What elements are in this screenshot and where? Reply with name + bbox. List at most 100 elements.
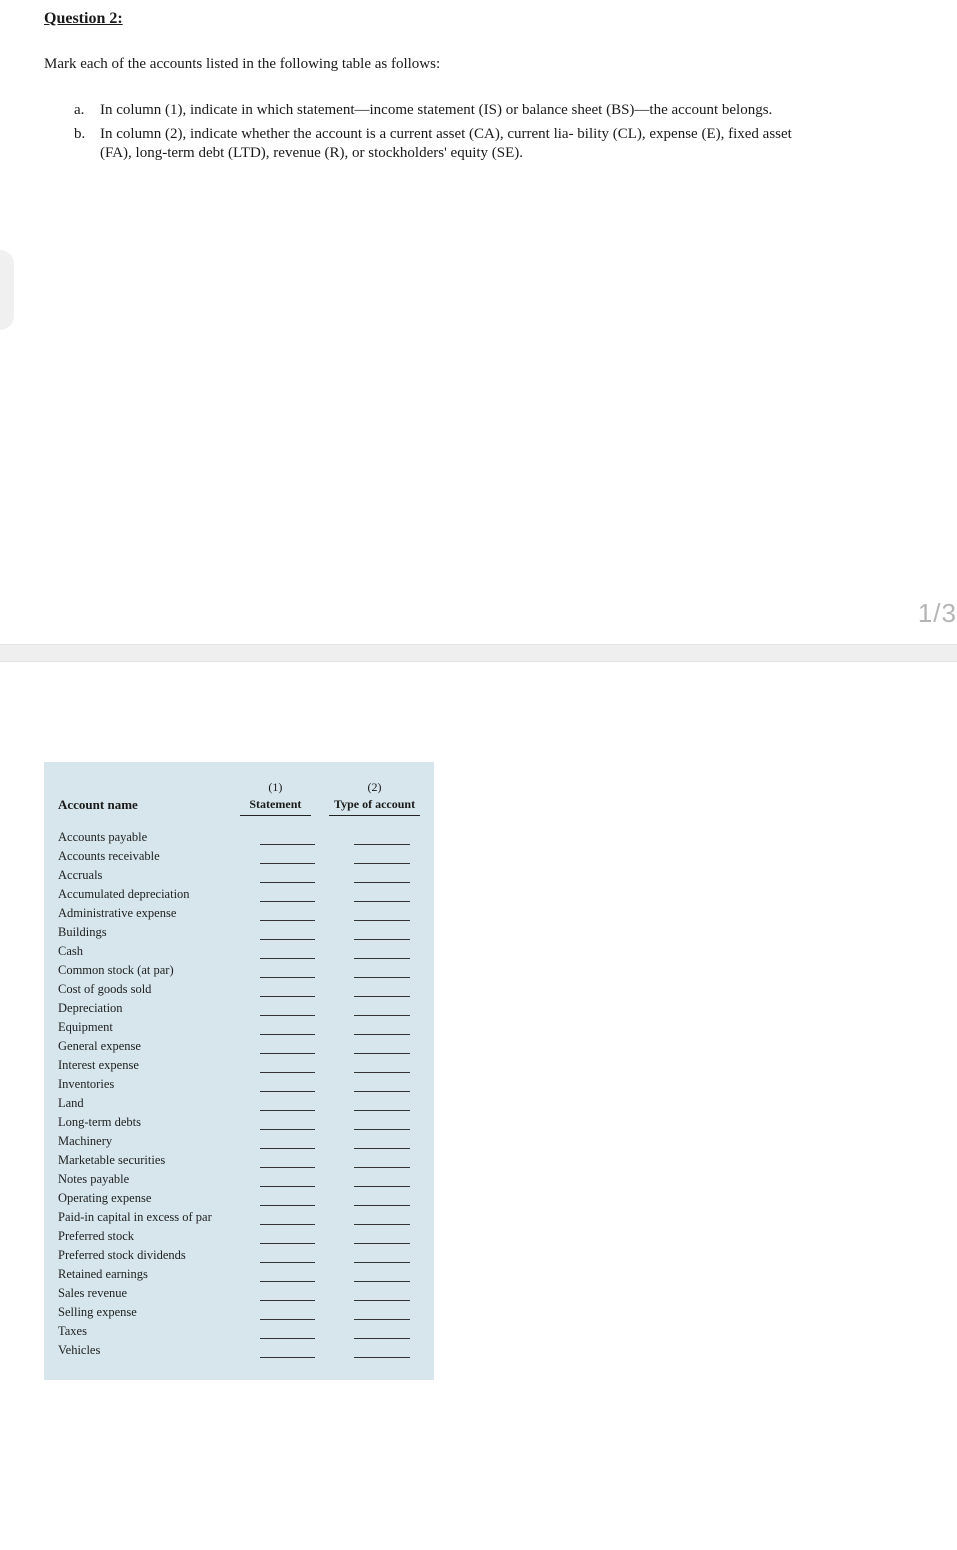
list-item: a. In column (1), indicate in which stat… [74, 101, 927, 121]
type-blank[interactable] [354, 1079, 410, 1092]
statement-blank[interactable] [260, 1250, 316, 1263]
statement-blank[interactable] [260, 1288, 316, 1301]
statement-blank[interactable] [260, 832, 316, 845]
type-blank[interactable] [354, 1307, 410, 1320]
account-name: Preferred stock [58, 1229, 250, 1244]
type-blank[interactable] [354, 1041, 410, 1054]
type-blank[interactable] [354, 1345, 410, 1358]
statement-blank[interactable] [260, 1345, 316, 1358]
table-row: Buildings [58, 921, 420, 940]
statement-blank[interactable] [260, 1022, 316, 1035]
table-row: Inventories [58, 1073, 420, 1092]
list-marker: b. [74, 125, 100, 164]
type-blank[interactable] [354, 851, 410, 864]
type-blank[interactable] [354, 1193, 410, 1206]
statement-blank[interactable] [260, 1307, 316, 1320]
list-text: In column (2), indicate whether the acco… [100, 125, 927, 164]
question-title: Question 2: [44, 10, 927, 28]
table-row: Cost of goods sold [58, 978, 420, 997]
statement-blank[interactable] [260, 1231, 316, 1244]
account-name: Equipment [58, 1020, 250, 1035]
account-name: Long-term debts [58, 1115, 250, 1130]
statement-blank[interactable] [260, 1193, 316, 1206]
type-blank[interactable] [354, 889, 410, 902]
statement-blank[interactable] [260, 851, 316, 864]
table-row: General expense [58, 1035, 420, 1054]
table-row: Administrative expense [58, 902, 420, 921]
statement-blank[interactable] [260, 1098, 316, 1111]
table-header: Account name (1) Statement (2) Type of a… [58, 780, 420, 816]
account-name: Land [58, 1096, 250, 1111]
type-blank[interactable] [354, 1022, 410, 1035]
statement-blank[interactable] [260, 1041, 316, 1054]
page-number: 1/3 [918, 598, 957, 629]
table-row: Accounts payable [58, 826, 420, 845]
account-name: Administrative expense [58, 906, 250, 921]
table-row: Accumulated depreciation [58, 883, 420, 902]
type-blank[interactable] [354, 870, 410, 883]
table-body: Accounts payableAccounts receivableAccru… [58, 826, 420, 1358]
statement-blank[interactable] [260, 889, 316, 902]
statement-blank[interactable] [260, 1174, 316, 1187]
account-name: Taxes [58, 1324, 250, 1339]
statement-blank[interactable] [260, 1269, 316, 1282]
account-name: Preferred stock dividends [58, 1248, 250, 1263]
statement-blank[interactable] [260, 984, 316, 997]
account-name: General expense [58, 1039, 250, 1054]
type-blank[interactable] [354, 1117, 410, 1130]
page-divider [0, 644, 957, 662]
page-2: Account name (1) Statement (2) Type of a… [0, 662, 957, 1420]
page-1: Question 2: Mark each of the accounts li… [0, 0, 957, 598]
account-name: Vehicles [58, 1343, 250, 1358]
type-blank[interactable] [354, 984, 410, 997]
type-blank[interactable] [354, 1269, 410, 1282]
type-blank[interactable] [354, 1003, 410, 1016]
account-name: Operating expense [58, 1191, 250, 1206]
account-name: Accounts payable [58, 830, 250, 845]
statement-blank[interactable] [260, 1326, 316, 1339]
question-list: a. In column (1), indicate in which stat… [74, 101, 927, 164]
side-tab [0, 250, 14, 330]
table-header-col2-label: Type of account [329, 797, 420, 816]
statement-blank[interactable] [260, 946, 316, 959]
statement-blank[interactable] [260, 965, 316, 978]
statement-blank[interactable] [260, 1003, 316, 1016]
table-row: Land [58, 1092, 420, 1111]
account-name: Selling expense [58, 1305, 250, 1320]
statement-blank[interactable] [260, 1155, 316, 1168]
account-name: Interest expense [58, 1058, 250, 1073]
table-row: Common stock (at par) [58, 959, 420, 978]
statement-blank[interactable] [260, 1079, 316, 1092]
type-blank[interactable] [354, 927, 410, 940]
type-blank[interactable] [354, 1326, 410, 1339]
statement-blank[interactable] [260, 870, 316, 883]
statement-blank[interactable] [260, 1212, 316, 1225]
table-header-col1-num: (1) [240, 780, 311, 797]
account-name: Marketable securities [58, 1153, 250, 1168]
type-blank[interactable] [354, 946, 410, 959]
statement-blank[interactable] [260, 1060, 316, 1073]
statement-blank[interactable] [260, 908, 316, 921]
type-blank[interactable] [354, 1155, 410, 1168]
type-blank[interactable] [354, 908, 410, 921]
account-name: Cash [58, 944, 250, 959]
statement-blank[interactable] [260, 927, 316, 940]
type-blank[interactable] [354, 1174, 410, 1187]
type-blank[interactable] [354, 1212, 410, 1225]
table-row: Equipment [58, 1016, 420, 1035]
type-blank[interactable] [354, 1250, 410, 1263]
statement-blank[interactable] [260, 1117, 316, 1130]
type-blank[interactable] [354, 1098, 410, 1111]
table-row: Selling expense [58, 1301, 420, 1320]
type-blank[interactable] [354, 1060, 410, 1073]
type-blank[interactable] [354, 1231, 410, 1244]
type-blank[interactable] [354, 965, 410, 978]
type-blank[interactable] [354, 1136, 410, 1149]
table-row: Notes payable [58, 1168, 420, 1187]
account-name: Retained earnings [58, 1267, 250, 1282]
statement-blank[interactable] [260, 1136, 316, 1149]
account-name: Common stock (at par) [58, 963, 250, 978]
type-blank[interactable] [354, 832, 410, 845]
table-row: Marketable securities [58, 1149, 420, 1168]
type-blank[interactable] [354, 1288, 410, 1301]
